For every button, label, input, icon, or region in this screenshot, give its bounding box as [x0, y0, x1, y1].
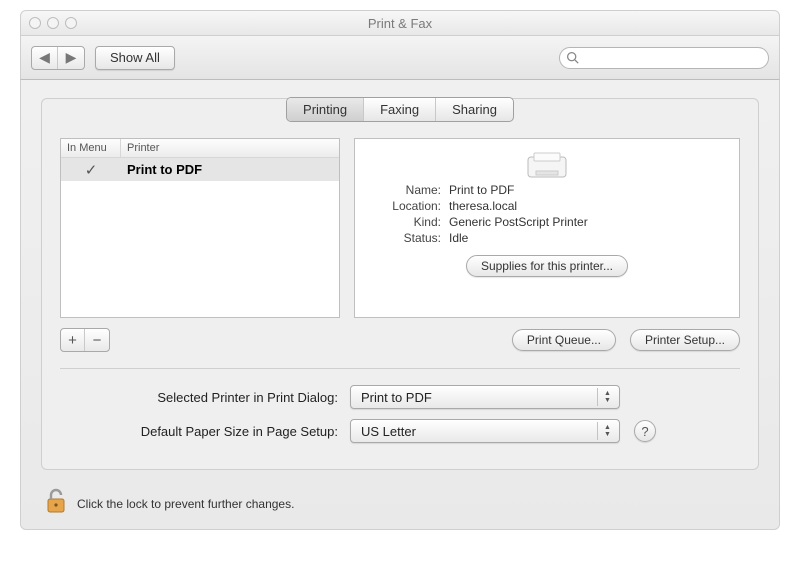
- content-area: Printing Faxing Sharing In Menu Printer …: [20, 80, 780, 530]
- remove-printer-button[interactable]: −: [85, 329, 109, 351]
- label-name: Name:: [369, 183, 441, 197]
- lock-text: Click the lock to prevent further change…: [77, 497, 294, 511]
- list-actions-row: + − Print Queue... Printer Setup...: [60, 328, 740, 352]
- popup-arrows-icon: ▲▼: [597, 388, 613, 406]
- search-icon: [566, 51, 579, 69]
- value-kind: Generic PostScript Printer: [449, 215, 725, 229]
- add-printer-button[interactable]: +: [61, 329, 85, 351]
- minimize-window-button[interactable]: [47, 17, 59, 29]
- value-location: theresa.local: [449, 199, 725, 213]
- queue-setup-buttons: Print Queue... Printer Setup...: [512, 329, 740, 351]
- tab-faxing[interactable]: Faxing: [364, 98, 436, 121]
- printer-name-cell: Print to PDF: [121, 158, 339, 181]
- paper-size-value: US Letter: [361, 424, 416, 439]
- dual-pane: In Menu Printer ✓ Print to PDF: [60, 138, 740, 318]
- toolbar: ◀ ▶ Show All: [20, 36, 780, 80]
- selected-printer-popup[interactable]: Print to PDF ▲▼: [350, 385, 620, 409]
- label-kind: Kind:: [369, 215, 441, 229]
- printer-list-header: In Menu Printer: [61, 139, 339, 158]
- search-input[interactable]: [559, 47, 769, 69]
- value-status: Idle: [449, 231, 725, 245]
- paper-size-popup[interactable]: US Letter ▲▼: [350, 419, 620, 443]
- tab-group: Printing Faxing Sharing: [286, 97, 514, 122]
- show-all-button[interactable]: Show All: [95, 46, 175, 70]
- close-window-button[interactable]: [29, 17, 41, 29]
- popup-arrows-icon: ▲▼: [597, 422, 613, 440]
- paper-size-row: Default Paper Size in Page Setup: US Let…: [60, 419, 740, 443]
- column-in-menu[interactable]: In Menu: [61, 139, 121, 157]
- label-location: Location:: [369, 199, 441, 213]
- in-menu-checkmark: ✓: [61, 161, 121, 179]
- divider: [60, 368, 740, 369]
- printer-setup-button[interactable]: Printer Setup...: [630, 329, 740, 351]
- supplies-button[interactable]: Supplies for this printer...: [466, 255, 628, 277]
- selected-printer-label: Selected Printer in Print Dialog:: [60, 390, 350, 405]
- preferences-window: Print & Fax ◀ ▶ Show All Printing Faxing…: [20, 10, 780, 530]
- printer-list-row[interactable]: ✓ Print to PDF: [61, 158, 339, 181]
- tabs-row: Printing Faxing Sharing: [42, 97, 758, 122]
- window-title: Print & Fax: [21, 11, 779, 37]
- paper-size-label: Default Paper Size in Page Setup:: [60, 424, 350, 439]
- tab-sharing[interactable]: Sharing: [436, 98, 513, 121]
- help-button[interactable]: ?: [634, 420, 656, 442]
- forward-button[interactable]: ▶: [58, 47, 84, 69]
- printer-list: In Menu Printer ✓ Print to PDF: [60, 138, 340, 318]
- printer-icon: [522, 151, 572, 181]
- main-panel: Printing Faxing Sharing In Menu Printer …: [41, 98, 759, 470]
- search-wrap: [559, 47, 769, 69]
- panel-inner: In Menu Printer ✓ Print to PDF: [42, 124, 758, 469]
- add-remove-group: + −: [60, 328, 110, 352]
- printer-details: Name: Print to PDF Location: theresa.loc…: [369, 183, 725, 245]
- titlebar: Print & Fax: [20, 10, 780, 36]
- selected-printer-value: Print to PDF: [361, 390, 432, 405]
- zoom-window-button[interactable]: [65, 17, 77, 29]
- tab-printing[interactable]: Printing: [287, 98, 364, 121]
- back-button[interactable]: ◀: [32, 47, 58, 69]
- printer-info-pane: Name: Print to PDF Location: theresa.loc…: [354, 138, 740, 318]
- column-printer[interactable]: Printer: [121, 139, 339, 157]
- lock-icon[interactable]: [45, 488, 67, 519]
- selected-printer-row: Selected Printer in Print Dialog: Print …: [60, 385, 740, 409]
- print-queue-button[interactable]: Print Queue...: [512, 329, 616, 351]
- value-name: Print to PDF: [449, 183, 725, 197]
- traffic-lights: [29, 17, 77, 29]
- nav-back-forward: ◀ ▶: [31, 46, 85, 70]
- lock-row: Click the lock to prevent further change…: [41, 488, 759, 519]
- label-status: Status:: [369, 231, 441, 245]
